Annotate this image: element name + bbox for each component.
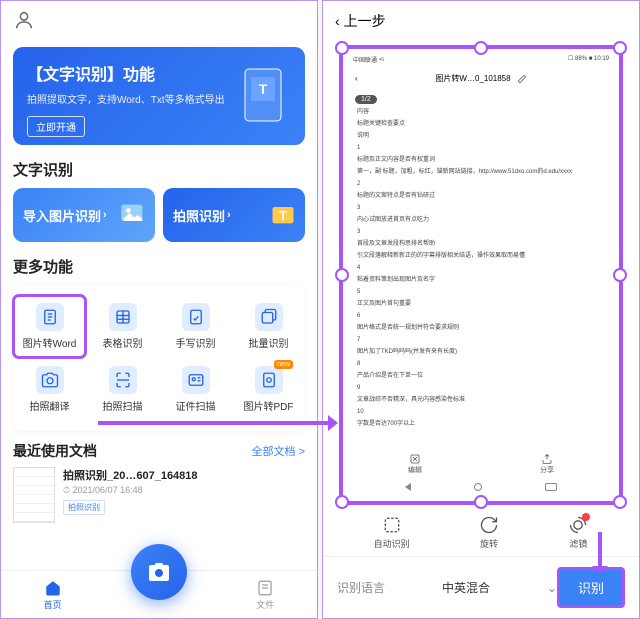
crop-handle[interactable] [335,41,349,55]
grid-item-table[interactable]: 表格识别 [86,295,159,358]
crop-handle[interactable] [335,495,349,509]
auto-detect-tool[interactable]: 自动识别 [374,515,410,550]
promo-illustration: T [233,61,293,131]
lang-value[interactable]: 中英混合 [385,579,547,596]
crop-handle[interactable] [335,268,349,282]
table-icon [109,303,137,331]
section-ocr-title: 文字识别 [13,159,305,180]
shoot-recognize-card[interactable]: 拍照识别› T [163,188,305,242]
preview-edit-button: 编辑 [408,453,422,475]
promo-banner[interactable]: 【文字识别】功能 拍照提取文字，支持Word、Txt等多格式导出 立即开通 T [13,47,305,145]
camera-fab[interactable] [131,544,187,600]
grid-item-doc[interactable]: 图片转Word [13,295,86,358]
android-recent-icon [545,483,557,491]
svg-text:T: T [259,81,268,97]
nav-home[interactable]: 首页 [28,579,78,611]
svg-text:T: T [279,208,287,223]
grid-item-handwrite[interactable]: 手写识别 [159,295,232,358]
crop-handle[interactable] [613,41,627,55]
page-badge: 1/2 [355,95,377,104]
lang-label: 识别语言 [337,579,385,596]
crop-handle[interactable] [613,495,627,509]
doc-tag: 拍照识别 [63,500,105,515]
camera-t-icon: T [269,200,297,228]
doc-name: 拍照识别_20…607_164818 [63,467,305,483]
chevron-down-icon: ⌄ [547,581,557,595]
idcard-icon [182,366,210,394]
crop-frame[interactable]: 中国联通 ⁴ᴳ ☐ 88% ■ 10:19 ‹ 图片转W…0_101858 1/… [339,45,623,505]
preview-content: 中国联通 ⁴ᴳ ☐ 88% ■ 10:19 ‹ 图片转W…0_101858 1/… [343,49,619,501]
promo-cta-button[interactable]: 立即开通 [27,116,85,137]
pencil-icon [517,74,527,84]
nav-files[interactable]: 文件 [240,579,290,611]
tutorial-arrow [98,413,338,433]
rotate-tool[interactable]: 旋转 [479,515,499,550]
profile-icon[interactable] [13,9,35,31]
android-home-icon [474,483,482,491]
grid-item-pdf[interactable]: 图片转PDFnew [232,358,305,421]
scan-icon [109,366,137,394]
crop-handle[interactable] [613,268,627,282]
notification-dot [582,513,590,521]
doc-thumbnail [13,467,55,523]
pdf-icon [255,366,283,394]
function-grid: 图片转Word表格识别手写识别批量识别 拍照翻译拍照扫描证件扫描图片转PDFne… [13,285,305,431]
doc-time: ⏱ 2021/06/07 16:48 [63,485,305,496]
android-back-icon [405,483,411,491]
recognize-button[interactable]: 识别 [557,567,625,608]
crop-handle[interactable] [474,495,488,509]
filter-tool[interactable]: 滤镜 [568,515,588,550]
grid-item-batch[interactable]: 批量识别 [232,295,305,358]
chevron-left-icon: ‹ [335,13,340,29]
all-docs-link[interactable]: 全部文档 > [252,443,305,459]
back-button[interactable]: ‹ 上一步 [323,1,639,41]
preview-back-icon: ‹ [355,74,358,83]
grid-item-scan[interactable]: 拍照扫描 [86,358,159,421]
preview-share-button: 分享 [540,453,554,475]
camera-icon [36,366,64,394]
gallery-icon [119,200,147,228]
recent-doc-item[interactable]: 拍照识别_20…607_164818 ⏱ 2021/06/07 16:48 拍照… [13,467,305,523]
batch-icon [255,303,283,331]
doc-icon [36,303,64,331]
section-more-title: 更多功能 [13,256,305,277]
grid-item-camera[interactable]: 拍照翻译 [13,358,86,421]
tutorial-arrow [590,532,610,572]
crop-handle[interactable] [474,41,488,55]
recent-title: 最近使用文档 [13,441,97,461]
import-image-card[interactable]: 导入图片识别› [13,188,155,242]
handwrite-icon [182,303,210,331]
grid-item-idcard[interactable]: 证件扫描 [159,358,232,421]
new-badge: new [274,360,293,369]
